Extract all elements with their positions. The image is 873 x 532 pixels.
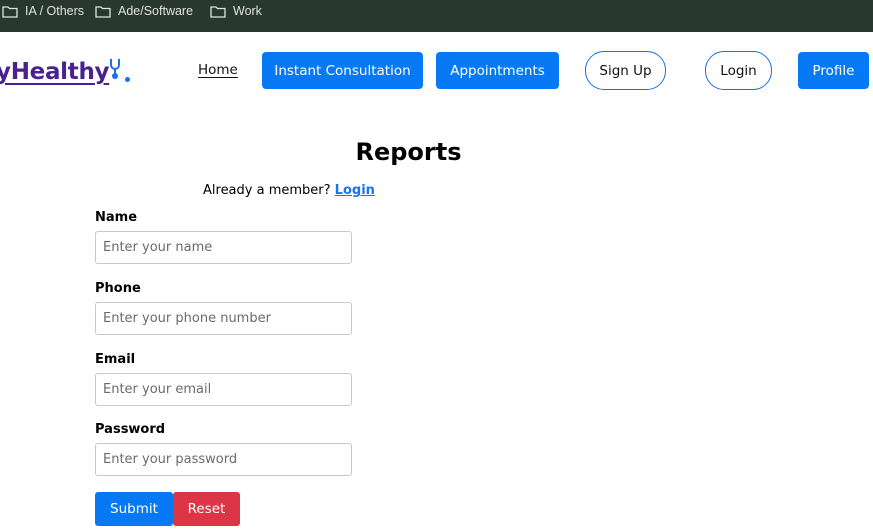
member-login-link[interactable]: Login [335, 183, 375, 198]
appointments-button[interactable]: Appointments [436, 52, 559, 89]
bookmark-work[interactable]: Work [210, 3, 262, 19]
phone-input[interactable] [95, 302, 352, 335]
nav-home-link[interactable]: Home [198, 62, 238, 78]
folder-icon [95, 5, 111, 18]
member-text: Already a member? [203, 183, 331, 198]
profile-button[interactable]: Profile [798, 52, 869, 89]
email-input[interactable] [95, 373, 352, 406]
page-title: Reports [355, 138, 462, 166]
bookmark-label: IA / Others [25, 4, 85, 18]
password-input[interactable] [95, 443, 352, 476]
bookmark-ia-others[interactable]: IA / Others [2, 3, 84, 19]
bookmark-ade-software[interactable]: Ade/Software [95, 3, 193, 19]
name-input[interactable] [95, 231, 352, 264]
logo[interactable]: yHealthy [0, 54, 130, 90]
bookmark-label: Work [233, 4, 262, 18]
email-label: Email [95, 352, 136, 367]
instant-consultation-button[interactable]: Instant Consultation [262, 52, 423, 89]
login-button[interactable]: Login [705, 51, 772, 90]
submit-button[interactable]: Submit [95, 492, 173, 526]
bookmark-label: Ade/Software [118, 4, 194, 18]
reset-button[interactable]: Reset [173, 492, 240, 526]
logo-text: yHealthy [0, 59, 110, 85]
password-label: Password [95, 422, 166, 437]
member-prompt: Already a member? Login [203, 183, 375, 198]
signup-button[interactable]: Sign Up [585, 51, 666, 90]
phone-label: Phone [95, 281, 141, 296]
logo-dot [125, 77, 130, 82]
folder-icon [2, 5, 18, 18]
bookmarks-bar: IA / Others Ade/Software Work [0, 0, 873, 32]
folder-icon [210, 5, 226, 18]
name-label: Name [95, 210, 138, 225]
stethoscope-icon [110, 59, 120, 79]
